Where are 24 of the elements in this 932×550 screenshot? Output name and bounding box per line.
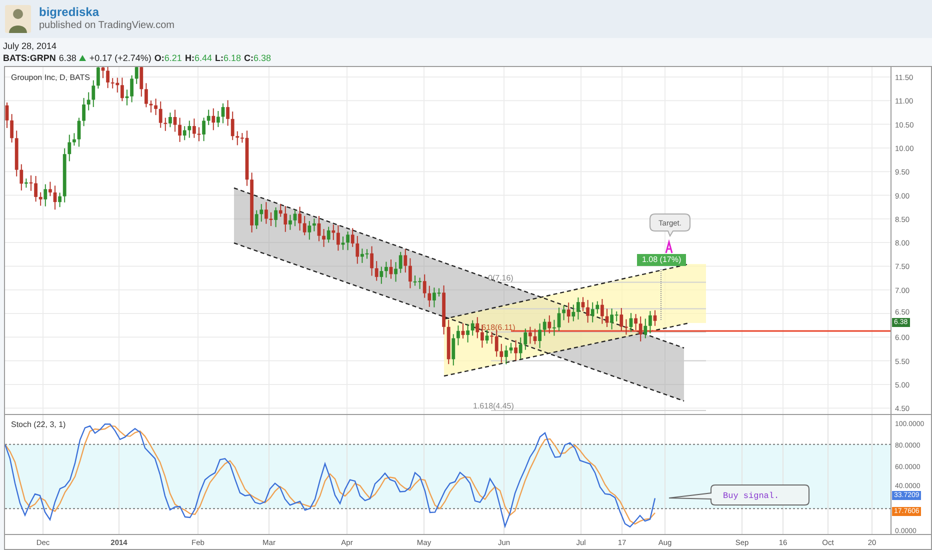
marker-icon	[665, 239, 673, 254]
author-name[interactable]: bigrediska	[39, 5, 174, 20]
fib-level-label: 1.618(4.45)	[473, 401, 514, 410]
up-triangle-icon	[79, 55, 86, 61]
avatar-icon	[5, 5, 31, 33]
ohlc-value: 6.18	[223, 52, 242, 64]
ohlc-label: O:	[154, 52, 164, 64]
measure-label: 1.08 (17%)	[637, 254, 686, 266]
ohlc-label: C:	[244, 52, 254, 64]
ohlc-value: 6.21	[164, 52, 182, 64]
measure-line	[660, 268, 662, 322]
author-subtitle: published on TradingView.com	[39, 20, 174, 33]
ohlc-label: H:	[184, 52, 194, 64]
last-price: 6.38	[58, 52, 76, 64]
ohlc-value: 6.44	[194, 52, 212, 64]
chart-date: July 28, 2014	[3, 40, 58, 52]
chart-legend: Groupon Inc, D, BATS	[11, 73, 90, 82]
ohlc-value: 6.38	[254, 52, 272, 64]
buy-signal-note: Buy signal.	[723, 491, 780, 501]
stoch-legend: Stoch (22, 3, 1)	[11, 420, 66, 429]
ticker-symbol: BATS:GRPN	[3, 52, 56, 64]
price-change: +0.17 (+2.74%)	[89, 52, 152, 64]
fib-level-label: 0(7.16)	[488, 273, 514, 282]
ohlc-label: L:	[214, 52, 224, 64]
